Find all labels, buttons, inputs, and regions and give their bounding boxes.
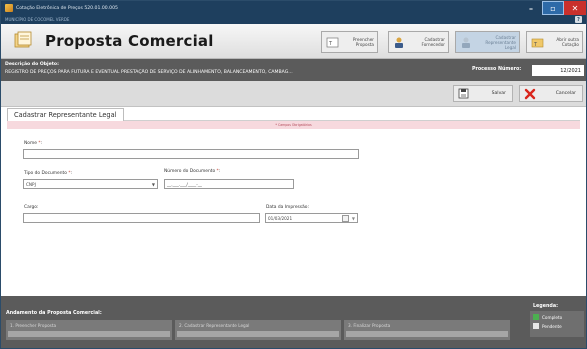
progress-panel: Andamento da Proposta Comercial: 1. Pree… [1,296,586,348]
doc-type-label-colon: : [70,171,73,176]
doc-number-label-text: Número do Documento [164,169,216,174]
legend-item-pending: Pendente [533,323,581,329]
municipality-bar: MUNICÍPIO DE COCOMEL VERDE ? [1,15,586,24]
legend-title: Legenda: [533,304,559,309]
step-label: 1. Preencher Proposta [10,323,57,328]
legal-rep-icon [462,37,470,48]
register-legal-rep-label: Cadastrar Representante Legal [485,34,516,50]
legend-label: Completo [542,314,563,320]
print-date-value: 01/03/2021 [268,215,293,221]
role-label-text: Cargo [24,205,37,210]
role-label: Cargo: [24,205,38,210]
minimize-button[interactable]: – [520,1,542,15]
app-icon [5,4,13,12]
maximize-button[interactable]: ▫ [542,1,564,15]
step-label: 3. Finalizar Proposta [348,323,391,328]
help-icon[interactable]: ? [575,16,582,23]
register-legal-rep-button[interactable]: Cadastrar Representante Legal [455,31,520,53]
fill-proposal-label: Preencher Proposta [352,37,374,47]
step-progress-bar [8,331,170,337]
legend: Legenda: Completo Pendente [530,304,584,337]
chevron-down-icon[interactable]: ▼ [352,216,355,221]
action-bar: Salvar Cancelar [1,81,586,107]
doc-number-label-colon: : [218,169,221,174]
doc-type-select[interactable]: CNPJ ▼ [23,179,158,189]
process-label: Processo Número: [472,67,522,72]
step-progress-bar [177,331,339,337]
form-icon: T [326,37,339,47]
legend-swatch-pending [533,323,539,329]
tab-strip: Cadastrar Representante Legal [7,108,580,121]
save-label: Salvar [491,91,506,96]
folder-icon: T [531,38,544,48]
name-label-colon: : [40,141,43,146]
open-other-quote-label: Abrir outra Cotação [556,37,579,47]
print-date-input[interactable]: 01/03/2021 ▼ [265,213,358,223]
register-supplier-button[interactable]: Cadastrar Fornecedor [388,31,449,53]
step-fill-proposal: 1. Preencher Proposta [6,320,172,340]
save-icon [458,88,469,99]
doc-type-value: CNPJ [26,181,36,187]
doc-number-label: Número do Documento *: [164,169,220,174]
page-title: Proposta Comercial [45,32,214,50]
doc-type-label-text: Tipo do Documento [24,171,67,176]
window-title: Cotação Eletrônica de Preços 520.01.00.0… [16,5,118,11]
calendar-icon[interactable] [342,215,349,222]
application-window: Cotação Eletrônica de Preços 520.01.00.0… [0,0,587,349]
step-finalize-proposal: 3. Finalizar Proposta [344,320,510,340]
cancel-button[interactable]: Cancelar [519,85,583,102]
process-number: 12/2021 [532,65,584,76]
name-label: Nome *: [24,141,42,146]
object-text: REGISTRO DE PREÇOS PARA FUTURA E EVENTUA… [5,70,293,75]
progress-steps: 1. Preencher Proposta 2. Cadastrar Repre… [6,320,510,340]
role-input[interactable] [23,213,260,223]
object-label: Descrição do Objeto: [5,62,59,67]
save-button[interactable]: Salvar [453,85,513,102]
supplier-icon [395,37,403,48]
role-label-colon: : [36,205,39,210]
fill-proposal-button[interactable]: T Preencher Proposta [321,31,378,53]
legend-box: Completo Pendente [530,311,584,337]
step-label: 2. Cadastrar Representante Legal [179,323,250,328]
title-bar: Cotação Eletrônica de Preços 520.01.00.0… [1,1,586,15]
legend-label: Pendente [542,323,562,329]
required-fields-note: * Campos Obrigatórios [7,121,580,129]
municipality-name: MUNICÍPIO DE COCOMEL VERDE [5,17,70,22]
close-button[interactable]: ✕ [564,1,586,15]
form-panel: * Campos Obrigatórios Nome *: Tipo do Do… [7,121,580,296]
legend-swatch-complete [533,314,539,320]
doc-number-input[interactable]: __.___.___/____-__ [164,179,294,189]
cancel-label: Cancelar [555,91,576,96]
tab-legal-representative[interactable]: Cadastrar Representante Legal [7,108,124,121]
header: Proposta Comercial T Preencher Proposta … [1,24,586,59]
name-input[interactable] [23,149,359,159]
proposal-icon [14,31,32,48]
step-progress-bar [346,331,508,337]
chevron-down-icon: ▼ [151,182,155,187]
register-supplier-label: Cadastrar Fornecedor [421,37,445,47]
progress-title: Andamento da Proposta Comercial: [6,311,102,316]
print-date-label: Data da Impressão: [266,205,309,210]
name-label-text: Nome [24,141,37,146]
step-register-legal-rep: 2. Cadastrar Representante Legal [175,320,341,340]
cancel-icon [524,88,536,99]
object-description-bar: Descrição do Objeto: REGISTRO DE PREÇOS … [1,59,586,81]
open-other-quote-button[interactable]: T Abrir outra Cotação [526,31,583,53]
legend-item-complete: Completo [533,314,581,320]
doc-type-label: Tipo do Documento *: [24,171,72,176]
